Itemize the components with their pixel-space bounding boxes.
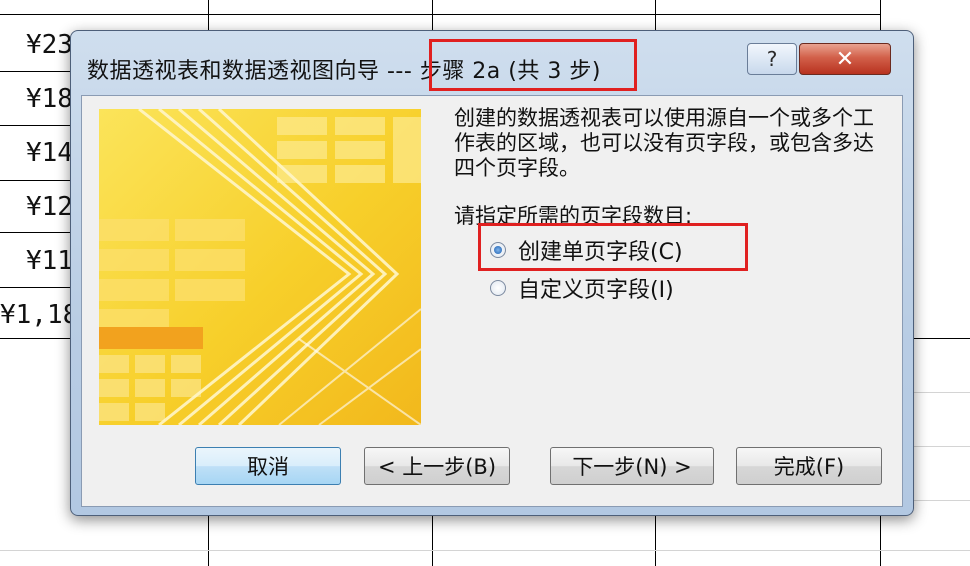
step-highlight-box bbox=[429, 39, 637, 91]
currency-cell[interactable]: ¥23 bbox=[26, 32, 73, 58]
row-divider bbox=[0, 232, 70, 233]
cancel-button[interactable]: 取消 bbox=[195, 447, 341, 485]
row-divider bbox=[0, 14, 880, 15]
dialog-body: 创建的数据透视表可以使用源自一个或多个工作表的区域，也可以没有页字段，或包含多达… bbox=[81, 95, 903, 507]
back-button[interactable]: < 上一步(B) bbox=[364, 447, 510, 485]
title-prefix: 数据透视表和数据透视图向导 --- bbox=[87, 59, 420, 84]
wizard-banner-image bbox=[99, 109, 421, 425]
help-icon: ? bbox=[766, 47, 778, 71]
currency-cell[interactable]: ¥12 bbox=[26, 194, 73, 220]
row-divider bbox=[0, 71, 70, 72]
row-divider bbox=[0, 338, 70, 339]
row-divider bbox=[912, 338, 970, 339]
row-divider bbox=[0, 550, 970, 551]
row-divider bbox=[0, 287, 70, 288]
help-button[interactable]: ? bbox=[747, 43, 797, 75]
radio-unselected-icon[interactable] bbox=[490, 280, 506, 296]
close-button[interactable]: ✕ bbox=[799, 43, 891, 75]
next-button[interactable]: 下一步(N) > bbox=[550, 447, 714, 485]
wizard-description: 创建的数据透视表可以使用源自一个或多个工作表的区域，也可以没有页字段，或包含多达… bbox=[454, 106, 874, 180]
currency-cell[interactable]: ¥14 bbox=[26, 140, 73, 166]
option-label: 自定义页字段(I) bbox=[518, 278, 674, 303]
title-bar[interactable]: 数据透视表和数据透视图向导 --- 步骤 2a (共 3 步) ? ✕ bbox=[71, 31, 913, 95]
finish-button[interactable]: 完成(F) bbox=[736, 447, 882, 485]
close-icon: ✕ bbox=[835, 46, 855, 72]
row-divider bbox=[912, 500, 970, 501]
currency-cell[interactable]: ¥18 bbox=[26, 86, 73, 112]
row-divider bbox=[0, 180, 70, 181]
row-divider bbox=[912, 446, 970, 447]
pivot-wizard-dialog: 数据透视表和数据透视图向导 --- 步骤 2a (共 3 步) ? ✕ 创建的数… bbox=[70, 30, 914, 516]
option-custom-page-fields[interactable]: 自定义页字段(I) bbox=[490, 272, 674, 304]
row-divider bbox=[0, 125, 70, 126]
option-highlight-box bbox=[478, 223, 748, 271]
pivot-wizard-illustration bbox=[99, 109, 421, 425]
row-divider bbox=[912, 392, 970, 393]
currency-cell[interactable]: ¥11 bbox=[26, 248, 73, 274]
currency-cell[interactable]: ¥1,18 bbox=[0, 302, 78, 328]
